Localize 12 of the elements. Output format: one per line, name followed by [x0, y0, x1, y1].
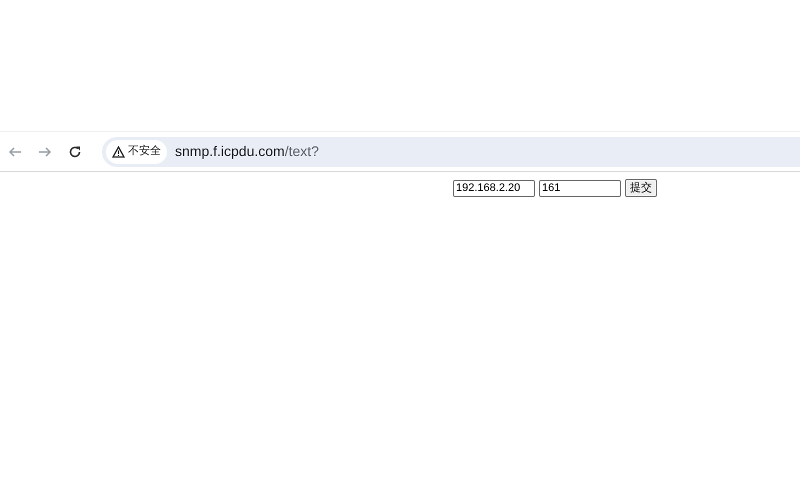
- url-path: /text?: [284, 142, 319, 161]
- back-arrow-icon: [8, 144, 22, 158]
- text-field[interactable]: 192.168.2.20: [453, 180, 535, 196]
- text-field[interactable]: 161: [539, 180, 621, 196]
- reload-icon: [68, 144, 82, 158]
- submit-button[interactable]: 提交: [625, 179, 657, 197]
- warning-icon: [112, 146, 125, 158]
- security-label: 不安全: [128, 144, 161, 160]
- url-host: snmp.f.icpdu.com: [175, 142, 285, 161]
- forward-arrow-icon: [38, 144, 52, 158]
- security-chip[interactable]: 不安全: [106, 140, 167, 164]
- address-bar[interactable]: 不安全 snmp.f.icpdu.com/text?: [102, 136, 800, 166]
